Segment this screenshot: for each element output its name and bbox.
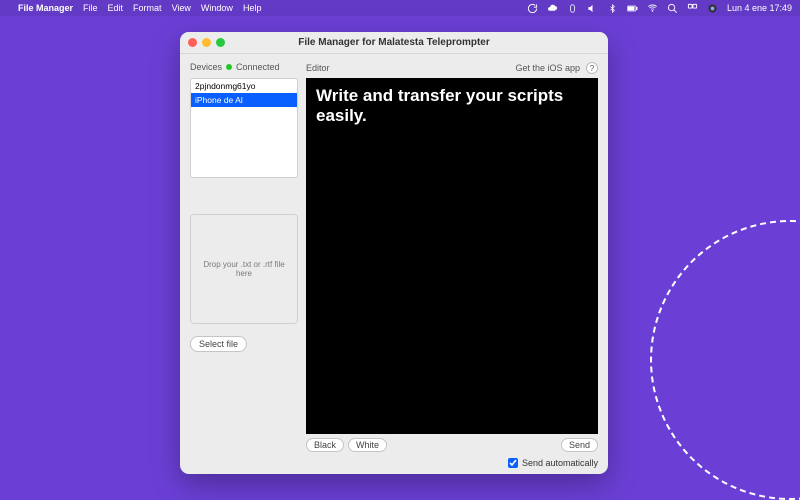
battery-icon[interactable] <box>627 3 638 14</box>
window-title: File Manager for Malatesta Teleprompter <box>180 37 608 48</box>
connection-status-dot-icon <box>226 64 232 70</box>
send-automatically-checkbox[interactable] <box>508 458 518 468</box>
dropzone-text: Drop your .txt or .rtf file here <box>195 260 293 278</box>
sync-icon[interactable] <box>527 3 538 14</box>
mouse-icon[interactable] <box>567 3 578 14</box>
send-auto-row: Send automatically <box>180 458 608 474</box>
control-center-icon[interactable] <box>687 3 698 14</box>
search-icon[interactable] <box>667 3 678 14</box>
wifi-icon[interactable] <box>647 3 658 14</box>
volume-icon[interactable] <box>587 3 598 14</box>
menu-file[interactable]: File <box>83 3 98 13</box>
get-ios-app-link[interactable]: Get the iOS app <box>515 63 580 73</box>
black-theme-button[interactable]: Black <box>306 438 344 452</box>
connection-status-label: Connected <box>236 62 280 72</box>
file-dropzone[interactable]: Drop your .txt or .rtf file here <box>190 214 298 324</box>
editor-panel: Editor Get the iOS app ? Write and trans… <box>306 62 598 452</box>
menubar-right: Lun 4 ene 17:49 <box>527 3 792 14</box>
editor-label: Editor <box>306 63 330 73</box>
menu-help[interactable]: Help <box>243 3 262 13</box>
sidebar: Devices Connected 2pjndonmg61yo iPhone d… <box>190 62 298 452</box>
siri-icon[interactable] <box>707 3 718 14</box>
menu-edit[interactable]: Edit <box>108 3 124 13</box>
menubar-left: File Manager File Edit Format View Windo… <box>8 3 261 13</box>
devices-label: Devices <box>190 62 222 72</box>
device-list[interactable]: 2pjndonmg61yo iPhone de Al <box>190 78 298 178</box>
app-window: File Manager for Malatesta Teleprompter … <box>180 32 608 474</box>
menubar-app-name[interactable]: File Manager <box>18 3 73 13</box>
window-titlebar[interactable]: File Manager for Malatesta Teleprompter <box>180 32 608 54</box>
help-button[interactable]: ? <box>586 62 598 74</box>
menu-format[interactable]: Format <box>133 3 162 13</box>
menubar-clock[interactable]: Lun 4 ene 17:49 <box>727 3 792 13</box>
window-content: Devices Connected 2pjndonmg61yo iPhone d… <box>180 54 608 458</box>
device-item[interactable]: 2pjndonmg61yo <box>191 79 297 93</box>
mac-menubar: File Manager File Edit Format View Windo… <box>0 0 800 16</box>
script-editor[interactable]: Write and transfer your scripts easily. <box>306 78 598 434</box>
editor-footer: Black White Send <box>306 438 598 452</box>
white-theme-button[interactable]: White <box>348 438 387 452</box>
cloud-icon[interactable] <box>547 3 558 14</box>
device-item-selected[interactable]: iPhone de Al <box>191 93 297 107</box>
editor-header: Editor Get the iOS app ? <box>306 62 598 74</box>
select-file-button[interactable]: Select file <box>190 336 247 352</box>
bluetooth-icon[interactable] <box>607 3 618 14</box>
send-button[interactable]: Send <box>561 438 598 452</box>
editor-text: Write and transfer your scripts easily. <box>316 86 563 125</box>
menu-view[interactable]: View <box>172 3 191 13</box>
menu-window[interactable]: Window <box>201 3 233 13</box>
send-automatically-label: Send automatically <box>522 458 598 468</box>
devices-header: Devices Connected <box>190 62 298 72</box>
decorative-dashed-circle-icon <box>650 220 800 500</box>
